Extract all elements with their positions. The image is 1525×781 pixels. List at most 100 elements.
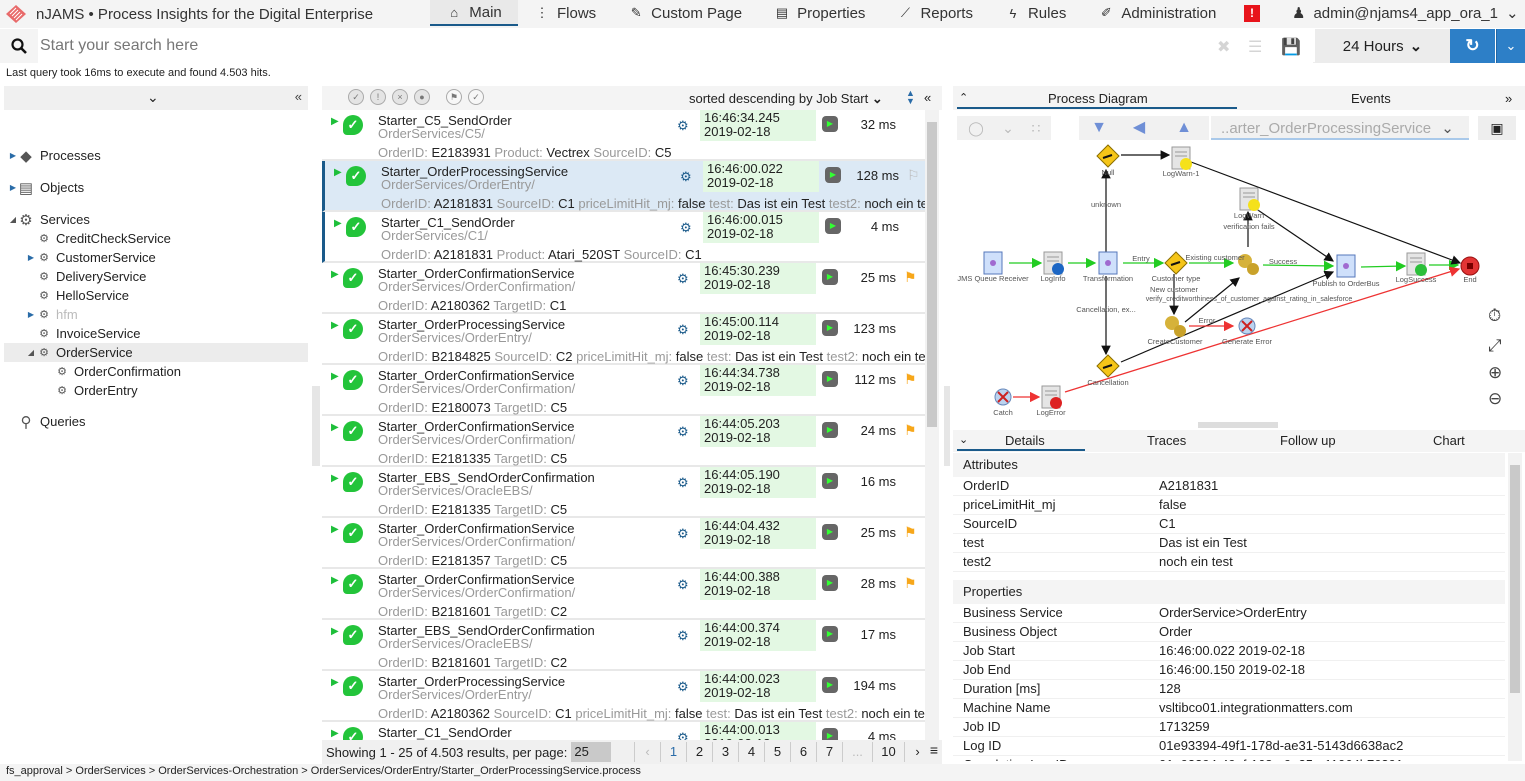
fit-to-screen-icon[interactable]: ⤢ xyxy=(1488,336,1502,356)
tree-item-objects[interactable]: ▶ ▤ Objects xyxy=(4,178,308,197)
result-row[interactable]: ▶ ✓ Starter_OrderConfirmationService OrderS… xyxy=(322,416,925,467)
expand-row-icon[interactable]: ▶ xyxy=(331,677,339,688)
menu-icon[interactable]: ≡ xyxy=(930,742,938,758)
flag-icon[interactable]: ⚑ xyxy=(904,422,917,439)
expand-row-icon[interactable]: ▶ xyxy=(331,371,339,382)
tree-item-invoiceservice[interactable]: ⚙ InvoiceService xyxy=(4,324,308,343)
flag-icon[interactable]: ⚑ xyxy=(904,269,917,286)
replay-icon[interactable]: ▶ xyxy=(822,728,838,740)
result-row[interactable]: ▶ ✓ Starter_OrderProcessingService OrderSer… xyxy=(322,314,925,365)
tab-follow-up[interactable]: Follow up xyxy=(1280,433,1336,448)
results-scrollbar[interactable] xyxy=(925,110,939,740)
replay-icon[interactable]: ▶ xyxy=(822,524,838,540)
nav-custom-page[interactable]: ✎ Custom Page xyxy=(612,0,758,26)
expand-row-icon[interactable]: ▶ xyxy=(331,320,339,331)
result-row[interactable]: ▶ ✓ Starter_EBS_SendOrderConfirmation Order… xyxy=(322,467,925,518)
marker-icon[interactable]: ◯ xyxy=(957,116,995,140)
zoom-in-icon[interactable]: ⊕ xyxy=(1488,363,1502,383)
nav-main[interactable]: ⌂ Main xyxy=(430,0,518,26)
expand-panel-icon[interactable]: » xyxy=(1505,91,1512,106)
tree-item-orderservice[interactable]: ◢ ⚙ OrderService xyxy=(4,343,308,362)
tab-events[interactable]: Events xyxy=(1351,91,1391,106)
expand-icon[interactable]: ▶ xyxy=(26,253,36,262)
prev-page-button[interactable]: ‹ xyxy=(634,742,660,762)
query-list-icon[interactable]: ☰ xyxy=(1248,37,1262,57)
alert-badge[interactable]: ! xyxy=(1244,5,1260,22)
expand-row-icon[interactable]: ▶ xyxy=(334,218,342,229)
chevron-down-icon[interactable]: ⌄ xyxy=(995,116,1021,140)
expanded-icon[interactable]: ◢ xyxy=(8,215,18,224)
result-row[interactable]: ▶ ✓ Starter_OrderConfirmationService OrderS… xyxy=(322,263,925,314)
middle-splitter[interactable] xyxy=(944,386,950,466)
filter-check-icon[interactable]: ✓ xyxy=(468,89,484,105)
result-row[interactable]: ▶✓Starter_C1_SendOrderOrderServices/C1/⚙… xyxy=(322,722,925,740)
expand-row-icon[interactable]: ▶ xyxy=(331,626,339,637)
expand-icon[interactable]: ▶ xyxy=(8,151,18,160)
tree-item-queries[interactable]: ⚲ Queries xyxy=(4,412,308,431)
step-top-icon[interactable]: ▲ xyxy=(1159,116,1209,140)
step-down-icon[interactable]: ▼ xyxy=(1079,116,1119,140)
flag-icon[interactable]: ⚑ xyxy=(904,371,917,388)
refresh-button[interactable]: ↻ xyxy=(1450,29,1495,63)
tree-item-customerservice[interactable]: ▶ ⚙ CustomerService xyxy=(4,248,308,267)
result-row[interactable]: ▶ ✓ Starter_OrderProcessingService OrderSer… xyxy=(322,161,925,212)
replay-icon[interactable]: ▶ xyxy=(822,269,838,285)
filter-error-icon[interactable]: × xyxy=(392,89,408,105)
replay-icon[interactable]: ▶ xyxy=(825,218,841,234)
tree-item-creditcheckservice[interactable]: ⚙ CreditCheckService xyxy=(4,229,308,248)
diagram-node-catch[interactable]: Catch xyxy=(993,388,1013,417)
diagram-node-cancel[interactable]: Cancellation xyxy=(1087,354,1129,387)
tree-item-orderconfirmation[interactable]: ⚙ OrderConfirmation xyxy=(4,362,308,381)
expand-row-icon[interactable]: ▶ xyxy=(331,422,339,433)
page-link[interactable]: 10 xyxy=(872,742,904,762)
nav-reports[interactable]: ⟋ Reports xyxy=(881,0,989,26)
collapse-up-icon[interactable]: ⌃ xyxy=(959,91,968,104)
diagram-node-end[interactable]: End xyxy=(1460,256,1480,284)
flag-icon[interactable]: ⚑ xyxy=(904,524,917,541)
tab-traces[interactable]: Traces xyxy=(1147,433,1186,448)
replay-icon[interactable]: ▶ xyxy=(825,167,841,183)
replay-icon[interactable]: ▶ xyxy=(822,575,838,591)
details-scrollbar[interactable] xyxy=(1508,453,1522,761)
expand-icon[interactable]: ▶ xyxy=(8,183,18,192)
tree-item-orderentry[interactable]: ⚙ OrderEntry xyxy=(4,381,308,400)
nav-administration[interactable]: ✐ Administration xyxy=(1082,0,1232,26)
page-link[interactable]: 7 xyxy=(816,742,842,762)
subprocess-icon[interactable]: ∷ xyxy=(1021,116,1051,140)
process-diagram[interactable]: JMS Queue Receiver LogInfo Transformation C… xyxy=(953,144,1525,424)
filter-warning-icon[interactable]: ! xyxy=(370,89,386,105)
zoom-out-icon[interactable]: ⊖ xyxy=(1488,389,1502,409)
result-row[interactable]: ▶ ✓ Starter_OrderConfirmationService OrderS… xyxy=(322,365,925,416)
nav-rules[interactable]: ϟ Rules xyxy=(989,0,1082,26)
process-select[interactable]: ..arter_OrderProcessingService ⌄ xyxy=(1211,116,1469,140)
user-menu[interactable]: ♟ admin@njams4_app_ora_1 ⌄ xyxy=(1292,4,1519,23)
diagram-node-logsuccess[interactable]: LogSuccess xyxy=(1396,252,1437,284)
filter-success-icon[interactable]: ✓ xyxy=(348,89,364,105)
search-input[interactable] xyxy=(38,29,1313,63)
replay-icon[interactable]: ▶ xyxy=(822,677,838,693)
expand-row-icon[interactable]: ▶ xyxy=(331,116,339,127)
page-link[interactable]: 2 xyxy=(686,742,712,762)
expand-row-icon[interactable]: ▶ xyxy=(331,575,339,586)
expanded-icon[interactable]: ◢ xyxy=(26,348,36,357)
page-link[interactable]: 1 xyxy=(660,742,686,762)
page-link[interactable]: 4 xyxy=(738,742,764,762)
filter-running-icon[interactable]: ● xyxy=(414,89,430,105)
scrollbar-thumb[interactable] xyxy=(1510,465,1520,693)
result-row[interactable]: ▶ ✓ Starter_OrderConfirmationService OrderS… xyxy=(322,518,925,569)
result-row[interactable]: ▶ ✓ Starter_C5_SendOrder OrderServices/C5/⚙… xyxy=(322,110,925,161)
diagram-node-generr[interactable]: Generate Error xyxy=(1222,317,1273,346)
filter-flag-icon[interactable]: ⚑ xyxy=(446,89,462,105)
tree-item-processes[interactable]: ▶ ◆ Processes xyxy=(4,146,308,165)
expand-row-icon[interactable]: ▶ xyxy=(331,269,339,280)
scrollbar-thumb[interactable] xyxy=(927,122,937,427)
clear-search-icon[interactable]: ✖ xyxy=(1217,37,1230,57)
expand-row-icon[interactable]: ▶ xyxy=(331,728,339,739)
diagram-node-publish[interactable]: Publish to OrderBus xyxy=(1312,254,1380,288)
tab-process-diagram[interactable]: Process Diagram xyxy=(1048,91,1148,106)
expand-row-icon[interactable]: ▶ xyxy=(331,473,339,484)
result-row[interactable]: ▶✓Starter_C1_SendOrderOrderServices/C1/⚙… xyxy=(322,212,925,263)
next-page-button[interactable]: › xyxy=(904,742,930,762)
expand-row-icon[interactable]: ▶ xyxy=(331,524,339,535)
tab-details[interactable]: Details xyxy=(1005,433,1045,448)
